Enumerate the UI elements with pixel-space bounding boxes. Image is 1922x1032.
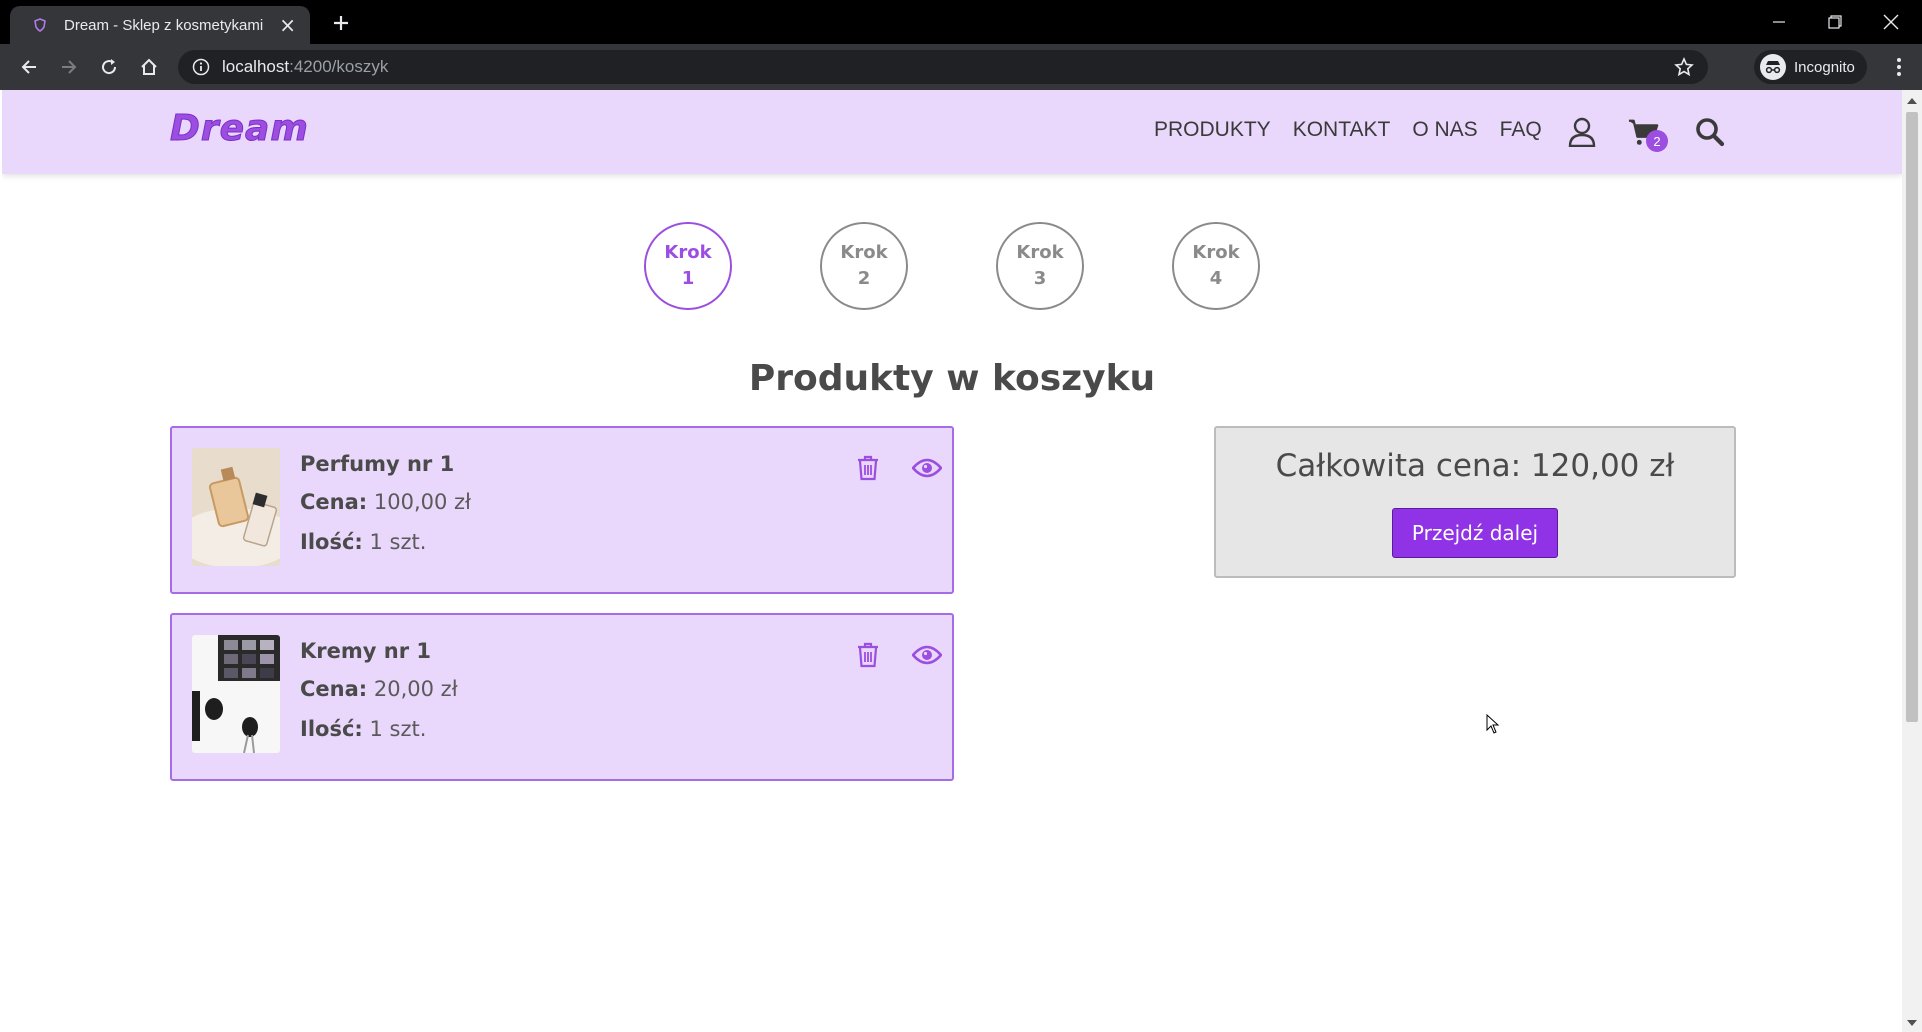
browser-tab-strip: Dream - Sklep z kosmetykami × (0, 0, 1922, 44)
eye-icon[interactable] (910, 452, 944, 484)
nav-produkty[interactable]: PRODUKTY (1154, 118, 1271, 142)
search-icon[interactable] (1694, 114, 1726, 150)
next-step-button[interactable]: Przejdź dalej (1392, 508, 1558, 558)
nav-o-nas[interactable]: O NAS (1412, 118, 1477, 142)
step-label: Krok (664, 242, 712, 263)
page-scrollbar[interactable] (1902, 90, 1922, 1032)
cart-count-badge: 2 (1646, 130, 1668, 152)
shield-favicon-icon (34, 18, 46, 32)
close-window-icon[interactable] (1866, 4, 1916, 40)
product-name: Kremy nr 1 (300, 639, 431, 663)
scrollbar-thumb[interactable] (1906, 112, 1918, 722)
user-icon[interactable] (1566, 114, 1598, 150)
forward-arrow-icon[interactable] (54, 52, 84, 82)
main-nav: PRODUKTY KONTAKT O NAS FAQ (1154, 118, 1542, 142)
checkout-steps: Krok 1 Krok 2 Krok 3 Krok 4 (2, 222, 1902, 312)
trash-icon[interactable] (854, 639, 882, 671)
step-2[interactable]: Krok 2 (820, 222, 908, 310)
product-name: Perfumy nr 1 (300, 452, 455, 476)
product-price: Cena: 20,00 zł (300, 677, 458, 701)
product-quantity: Ilość: 1 szt. (300, 717, 427, 741)
mouse-cursor-icon (1486, 714, 1500, 734)
product-price: Cena: 100,00 zł (300, 490, 472, 514)
new-tab-icon[interactable] (326, 8, 356, 38)
back-arrow-icon[interactable] (14, 52, 44, 82)
browser-menu-icon[interactable] (1884, 52, 1914, 82)
site-info-icon[interactable] (192, 58, 210, 76)
scroll-up-icon[interactable] (1907, 98, 1917, 104)
cart-item: Perfumy nr 1 Cena: 100,00 zł Ilość: 1 sz… (170, 426, 954, 594)
step-label: Krok (1192, 242, 1240, 263)
step-number: 2 (857, 268, 871, 289)
site-header: Dream PRODUKTY KONTAKT O NAS FAQ 2 (2, 90, 1902, 174)
tab-close-icon[interactable]: × (279, 15, 296, 35)
product-image-cream[interactable] (192, 635, 280, 753)
cart-item: Kremy nr 1 Cena: 20,00 zł Ilość: 1 szt. (170, 613, 954, 781)
url-text: localhost:4200/koszyk (222, 57, 389, 76)
product-quantity: Ilość: 1 szt. (300, 530, 427, 554)
trash-icon[interactable] (854, 452, 882, 484)
step-3[interactable]: Krok 3 (996, 222, 1084, 310)
restore-icon[interactable] (1810, 4, 1860, 40)
total-price: Całkowita cena: 120,00 zł (1275, 448, 1675, 484)
browser-toolbar: localhost:4200/koszyk Incognito (0, 44, 1922, 90)
step-1[interactable]: Krok 1 (644, 222, 732, 310)
step-number: 1 (681, 268, 695, 289)
cart-icon[interactable]: 2 (1628, 114, 1668, 152)
order-summary: Całkowita cena: 120,00 zł Przejdź dalej (1214, 426, 1736, 578)
incognito-label: Incognito (1794, 58, 1855, 76)
browser-tab[interactable]: Dream - Sklep z kosmetykami × (10, 6, 310, 44)
incognito-icon (1760, 54, 1786, 80)
eye-icon[interactable] (910, 639, 944, 671)
tab-title: Dream - Sklep z kosmetykami (64, 16, 264, 34)
bookmark-star-icon[interactable] (1674, 57, 1694, 77)
address-bar[interactable]: localhost:4200/koszyk (178, 50, 1708, 84)
step-number: 3 (1033, 268, 1047, 289)
page-title: Produkty w koszyku (748, 358, 1156, 399)
minimize-icon[interactable] (1754, 4, 1804, 40)
scroll-down-icon[interactable] (1907, 1020, 1917, 1026)
site-logo[interactable]: Dream (170, 108, 309, 150)
step-number: 4 (1209, 268, 1223, 289)
step-label: Krok (840, 242, 888, 263)
step-4[interactable]: Krok 4 (1172, 222, 1260, 310)
page-viewport: Dream PRODUKTY KONTAKT O NAS FAQ 2 Krok … (2, 90, 1902, 1032)
incognito-profile[interactable]: Incognito (1754, 50, 1867, 84)
reload-icon[interactable] (94, 52, 124, 82)
nav-kontakt[interactable]: KONTAKT (1293, 118, 1391, 142)
nav-faq[interactable]: FAQ (1500, 118, 1542, 142)
step-label: Krok (1016, 242, 1064, 263)
home-icon[interactable] (134, 52, 164, 82)
product-image-perfume[interactable] (192, 448, 280, 566)
